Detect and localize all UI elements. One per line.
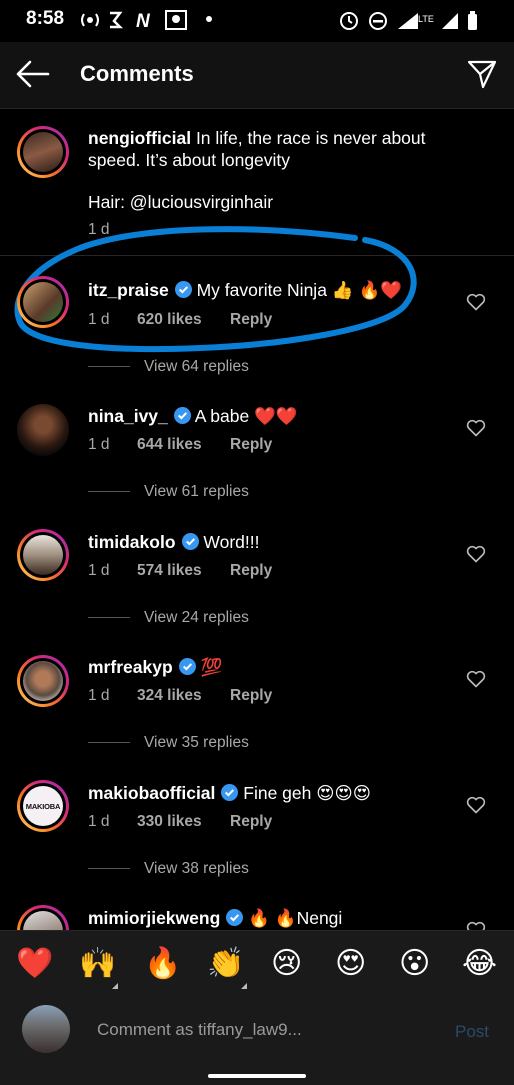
svg-text:LTE: LTE [418, 14, 434, 24]
comment-username[interactable]: makiobaofficial [88, 783, 215, 803]
back-arrow-icon[interactable] [14, 58, 50, 90]
likes-count[interactable]: 620 likes [137, 311, 202, 329]
heart-icon[interactable] [466, 419, 486, 437]
emoji-raised-hands-button[interactable]: 🙌 [79, 947, 116, 981]
comment-body: A babe ❤️❤️ [194, 406, 298, 426]
view-replies-label[interactable]: View 35 replies [144, 734, 249, 751]
view-replies[interactable]: View 35 replies [88, 734, 249, 752]
emoji-surprised-button[interactable]: 😮 [399, 947, 430, 981]
comment-meta: 1 d 330 likes Reply [88, 813, 272, 831]
reply-button[interactable]: Reply [230, 562, 272, 580]
emoji-quick-bar: ❤️ 🙌 🔥 👏 😢 😍 😮 😂 [0, 930, 514, 999]
avatar[interactable] [17, 529, 69, 581]
verified-icon [181, 533, 199, 550]
verified-icon [173, 407, 191, 424]
likes-count[interactable]: 644 likes [137, 436, 202, 454]
avatar[interactable]: MAKIOBA [17, 780, 69, 832]
status-bar: 8:58 N LTE [0, 0, 514, 42]
heart-icon[interactable] [466, 293, 486, 311]
avatar[interactable] [17, 276, 69, 328]
skin-tone-indicator-icon [241, 983, 247, 989]
skin-tone-indicator-icon [112, 983, 118, 989]
comment-username[interactable]: mimiorjiekweng [88, 908, 220, 928]
caption-line1: In life, the race is never about [195, 128, 426, 148]
view-replies[interactable]: View 38 replies [88, 860, 249, 878]
comment-input[interactable]: Comment as tiffany_law9... [97, 1020, 302, 1040]
system-icons: LTE [340, 11, 477, 30]
comment-meta: 1 d 324 likes Reply [88, 687, 272, 705]
comment-body: Word!!! [203, 532, 260, 552]
comment-username[interactable]: itz_praise [88, 280, 169, 300]
avatar[interactable] [17, 404, 69, 456]
comment-meta: 1 d 644 likes Reply [88, 436, 272, 454]
view-replies[interactable]: View 24 replies [88, 609, 249, 627]
comment-body: Fine geh 😍😍😍 [243, 783, 371, 803]
emoji-crying-button[interactable]: 😢 [271, 947, 302, 981]
system-nav-bar [0, 1068, 514, 1085]
comment-username[interactable]: timidakolo [88, 532, 176, 552]
emoji-heart-eyes-button[interactable]: 😍 [335, 947, 366, 981]
comment-text: itz_praise My favorite Ninja 👍 🔥❤️ [88, 279, 402, 301]
reply-button[interactable]: Reply [230, 436, 272, 454]
heart-icon[interactable] [466, 670, 486, 688]
emoji-fire-button[interactable]: 🔥 [144, 947, 181, 981]
comment-composer: Comment as tiffany_law9... Post [0, 998, 514, 1068]
heart-icon[interactable] [466, 545, 486, 563]
reply-button[interactable]: Reply [230, 311, 272, 329]
comment-meta: 1 d 574 likes Reply [88, 562, 272, 580]
avatar[interactable] [17, 126, 69, 178]
status-time: 8:58 [26, 8, 65, 29]
view-replies[interactable]: View 61 replies [88, 483, 249, 501]
reply-button[interactable]: Reply [230, 813, 272, 831]
comment-time: 1 d [88, 813, 110, 830]
likes-count[interactable]: 574 likes [137, 562, 202, 580]
caption-text: nengiofficial In life, the race is never… [88, 127, 498, 171]
comment-time: 1 d [88, 436, 110, 453]
likes-count[interactable]: 330 likes [137, 813, 202, 831]
makioba-logo-text: MAKIOBA [25, 801, 61, 811]
post-button[interactable]: Post [455, 1022, 489, 1042]
emoji-heart-button[interactable]: ❤️ [16, 947, 53, 981]
verified-icon [174, 281, 192, 298]
notification-icons: N [81, 10, 187, 31]
comment-body: 🔥 🔥Nengi [248, 908, 343, 928]
reply-button[interactable]: Reply [230, 687, 272, 705]
comment-meta: 1 d 620 likes Reply [88, 311, 272, 329]
app-bar: Comments [0, 42, 514, 109]
view-replies-label[interactable]: View 38 replies [144, 860, 249, 877]
comment-text: mimiorjiekweng 🔥 🔥Nengi [88, 907, 342, 929]
caption-line2: speed. It’s about longevity [88, 150, 291, 170]
view-replies-label[interactable]: View 61 replies [144, 483, 249, 500]
verified-icon [226, 909, 244, 926]
comment-time: 1 d [88, 311, 110, 328]
comment-body: 💯 [200, 657, 223, 677]
comment-text: makiobaofficial Fine geh 😍😍😍 [88, 782, 371, 804]
likes-count[interactable]: 324 likes [137, 687, 202, 705]
comment-username[interactable]: nina_ivy_ [88, 406, 168, 426]
comment-text: nina_ivy_ A babe ❤️❤️ [88, 405, 298, 427]
avatar [22, 1005, 70, 1053]
dot-icon [206, 16, 212, 22]
comment-text: timidakolo Word!!! [88, 531, 259, 553]
emoji-clap-button[interactable]: 👏 [207, 947, 244, 981]
comment-time: 1 d [88, 687, 110, 704]
caption-username[interactable]: nengiofficial [88, 128, 191, 148]
comment-username[interactable]: mrfreakyp [88, 657, 173, 677]
svg-text:N: N [136, 11, 151, 31]
verified-icon [221, 784, 239, 801]
verified-icon [178, 658, 196, 675]
comment-time: 1 d [88, 562, 110, 579]
comment-body: My favorite Ninja 👍 🔥❤️ [196, 280, 403, 300]
heart-icon[interactable] [466, 796, 486, 814]
avatar[interactable] [17, 655, 69, 707]
view-replies[interactable]: View 64 replies [88, 358, 249, 376]
home-indicator[interactable] [208, 1074, 306, 1078]
send-icon[interactable] [466, 58, 498, 90]
view-replies-label[interactable]: View 24 replies [144, 609, 249, 626]
view-replies-label[interactable]: View 64 replies [144, 358, 249, 375]
comment-text: mrfreakyp 💯 [88, 656, 222, 678]
page-title: Comments [80, 61, 194, 86]
emoji-laughing-button[interactable]: 😂 [462, 947, 497, 981]
